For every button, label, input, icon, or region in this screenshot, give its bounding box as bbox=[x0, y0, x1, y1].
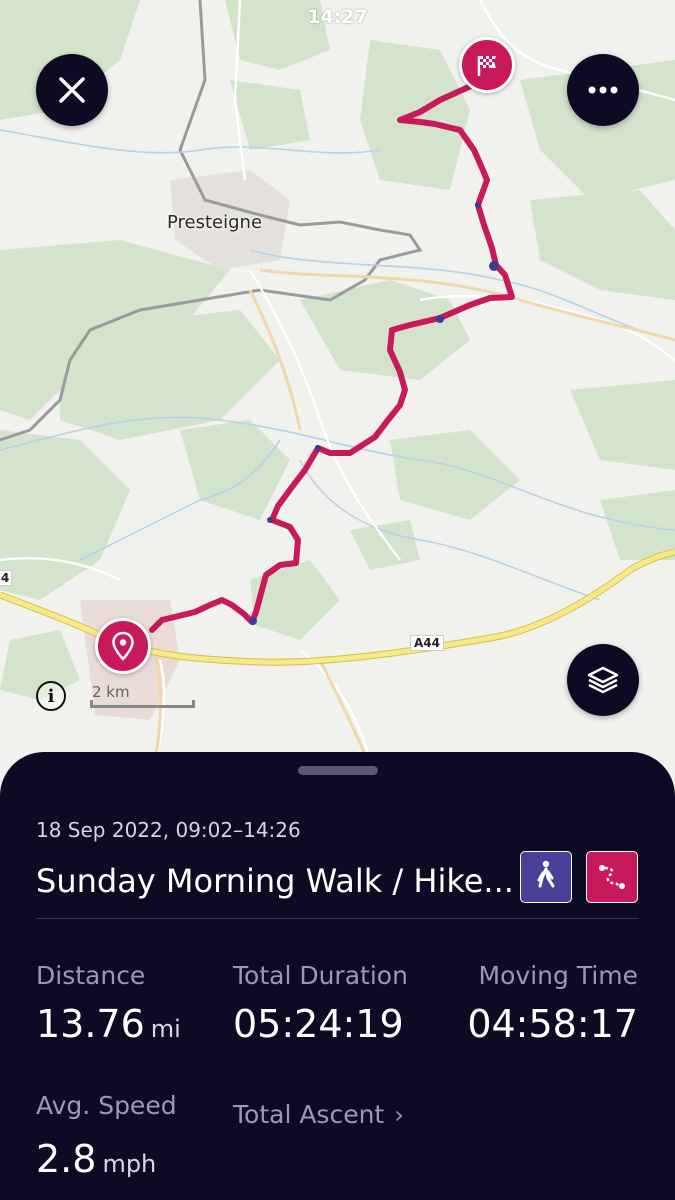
route-icon bbox=[599, 865, 625, 889]
status-bar-time: 14:27 bbox=[307, 6, 368, 28]
road-label: A44 bbox=[410, 635, 444, 651]
map-scale: 2 km bbox=[90, 683, 198, 711]
activity-title[interactable]: Sunday Morning Walk / Hike... bbox=[36, 862, 514, 900]
total-duration-value: 05:24:19 bbox=[233, 1002, 404, 1046]
checkered-flag-icon bbox=[477, 56, 496, 76]
chevron-right-icon: › bbox=[394, 1101, 404, 1129]
avg-speed-label: Avg. Speed bbox=[36, 1091, 177, 1120]
distance-unit: mi bbox=[150, 1015, 181, 1043]
distance-label: Distance bbox=[36, 961, 146, 990]
town-label: Presteigne bbox=[167, 212, 263, 233]
close-icon bbox=[59, 77, 85, 103]
more-dots-icon bbox=[588, 86, 618, 94]
map-info-button[interactable]: i bbox=[36, 681, 66, 711]
map-layers-button[interactable] bbox=[567, 644, 639, 716]
activity-summary-sheet[interactable]: 18 Sep 2022, 09:02–14:26 Sunday Morning … bbox=[0, 752, 675, 1200]
layers-icon bbox=[587, 666, 619, 694]
more-options-button[interactable] bbox=[567, 54, 639, 126]
start-marker[interactable] bbox=[95, 618, 151, 674]
scale-bar bbox=[90, 700, 195, 708]
location-pin-icon bbox=[112, 631, 134, 661]
distance-value: 13.76 mi bbox=[36, 1002, 181, 1046]
avg-speed-number: 2.8 bbox=[36, 1137, 97, 1181]
scale-label: 2 km bbox=[92, 683, 130, 701]
total-ascent-label: Total Ascent bbox=[233, 1100, 385, 1129]
walking-person-icon bbox=[537, 860, 555, 888]
total-duration-label: Total Duration bbox=[233, 961, 408, 990]
total-ascent-link[interactable]: Total Ascent › bbox=[233, 1100, 404, 1129]
sheet-drag-handle[interactable] bbox=[298, 766, 378, 775]
road-label-edge: 4 bbox=[0, 570, 13, 586]
route-button[interactable] bbox=[586, 851, 638, 903]
activity-date-range: 18 Sep 2022, 09:02–14:26 bbox=[36, 818, 301, 842]
moving-time-label: Moving Time bbox=[478, 961, 638, 990]
distance-number: 13.76 bbox=[36, 1002, 145, 1046]
sheet-divider bbox=[36, 918, 639, 919]
avg-speed-value: 2.8 mph bbox=[36, 1137, 156, 1181]
close-button[interactable] bbox=[36, 54, 108, 126]
avg-speed-unit: mph bbox=[102, 1150, 157, 1178]
finish-marker[interactable] bbox=[459, 37, 515, 93]
activity-type-button[interactable] bbox=[520, 851, 572, 903]
moving-time-value: 04:58:17 bbox=[467, 1002, 638, 1046]
info-icon: i bbox=[47, 685, 55, 707]
